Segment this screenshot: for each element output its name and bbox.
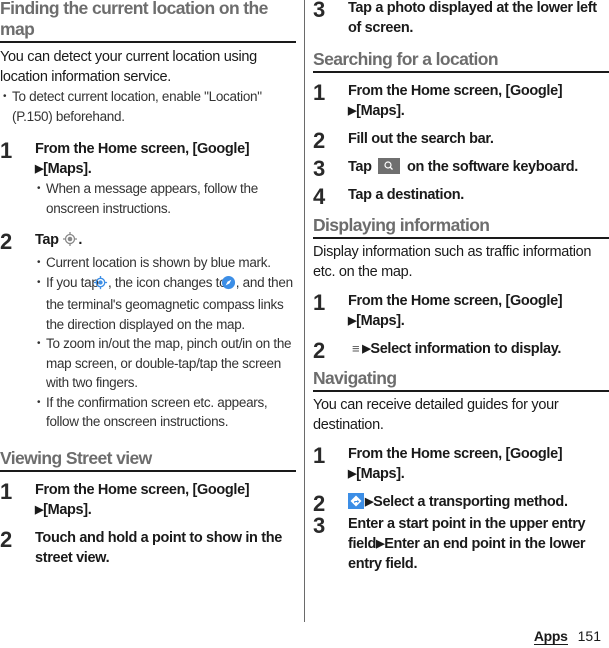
left-column: Finding the current location on the map … (0, 0, 296, 568)
step-1: 1 From the Home screen, [Google] ▶[Maps]… (0, 139, 296, 218)
step-2: 2 ▶Select a transporting method. (313, 492, 609, 516)
step-number: 4 (313, 184, 326, 209)
note: To zoom in/out the map, pinch out/in on … (35, 334, 296, 393)
step-number: 3 (313, 156, 326, 181)
step-text: Tap a destination. (348, 187, 464, 203)
step-text-part: Select a transporting method. (373, 494, 568, 510)
step-text: Tap . (35, 230, 296, 253)
arrow-icon: ▶ (376, 538, 385, 550)
step-text-part: From the Home screen, [Google] (348, 446, 563, 462)
step-text: ≡ ▶Select information to display. (348, 339, 609, 359)
step-text: Fill out the search bar. (348, 131, 494, 147)
search-key-icon (378, 158, 401, 174)
directions-icon (348, 493, 364, 509)
step-text-part: From the Home screen, [Google] (35, 141, 250, 157)
step-number: 1 (0, 138, 13, 163)
column-divider (304, 0, 305, 622)
step-text: Tap on the software keyboard. (348, 157, 609, 177)
arrow-icon: ▶ (35, 503, 44, 516)
step-number: 3 (313, 513, 326, 538)
step-number: 1 (313, 290, 326, 315)
arrow-icon: ▶ (348, 105, 357, 117)
step-3: 3 Tap a photo displayed at the lower lef… (313, 0, 609, 38)
section-intro: Display information such as traffic info… (313, 244, 592, 280)
step-text-part: From the Home screen, [Google] (348, 83, 563, 99)
step-number: 2 (0, 229, 13, 254)
step-text: Touch and hold a point to show in the st… (35, 529, 282, 566)
step-number: 2 (313, 338, 326, 363)
step-text: ▶Select a transporting method. (348, 492, 609, 512)
menu-icon: ≡ (352, 341, 360, 356)
note-part: , the icon changes to (108, 274, 227, 290)
note: If the confirmation screen etc. appears,… (35, 393, 296, 432)
step-2: 2 ≡ ▶Select information to display. (313, 339, 609, 363)
step-number: 2 (0, 526, 13, 552)
section-intro: You can detect your current location usi… (0, 49, 257, 85)
note: Current location is shown by blue mark. (35, 253, 296, 273)
step-2: 2 Touch and hold a point to show in the … (0, 526, 296, 568)
step-text-part: [Maps]. (43, 161, 92, 177)
step-1: 1 From the Home screen, [Google] ▶[Maps]… (313, 81, 609, 121)
my-location-icon (62, 231, 78, 253)
step-text: From the Home screen, [Google] ▶[Maps]. (35, 480, 296, 520)
step-text-part: Enter an end point in the lower entry fi… (348, 536, 586, 572)
step-number: 1 (0, 478, 13, 504)
step-3: 3 Tap on the software keyboard. (313, 157, 609, 181)
step-number: 2 (313, 128, 326, 153)
section-title-finding-location: Finding the current location on the map (0, 0, 296, 43)
step-text: Tap a photo displayed at the lower left … (348, 0, 597, 36)
note: When a message appears, follow the onscr… (35, 179, 296, 218)
step-text-part: [Maps]. (356, 103, 405, 119)
step-text-part: Tap (35, 232, 59, 248)
step-2: 2 Fill out the search bar. (313, 129, 609, 153)
arrow-icon: ▶ (348, 315, 357, 327)
note: To detect current location, enable "Loca… (0, 87, 296, 126)
page-number: 151 (577, 628, 601, 644)
step-text-part: . (78, 232, 83, 248)
step-text: Enter a start point in the upper entry f… (348, 514, 609, 574)
right-column: 3 Tap a photo displayed at the lower lef… (313, 0, 609, 574)
step-number: 3 (313, 0, 326, 22)
step-number: 1 (313, 443, 326, 468)
step-text-part: [Maps]. (43, 501, 92, 518)
note-part: If you tap (46, 274, 99, 290)
arrow-icon: ▶ (365, 496, 374, 508)
step-text-part: From the Home screen, [Google] (348, 293, 563, 309)
section-title-displaying-info: Displaying information (313, 215, 609, 239)
step-1: 1 From the Home screen, [Google] ▶[Maps]… (0, 478, 296, 520)
step-1: 1 From the Home screen, [Google] ▶[Maps]… (313, 444, 609, 484)
step-3: 3 Enter a start point in the upper entry… (313, 514, 609, 574)
step-1: 1 From the Home screen, [Google] ▶[Maps]… (313, 291, 609, 331)
arrow-icon: ▶ (35, 163, 44, 175)
footer-section-label: Apps (533, 628, 568, 645)
section-title-searching: Searching for a location (313, 49, 609, 73)
page-footer: Apps 151 (533, 628, 601, 645)
step-text-part: [Maps]. (356, 466, 405, 482)
step-text: From the Home screen, [Google] ▶[Maps]. (348, 291, 609, 331)
step-text-part: Select information to display. (370, 341, 562, 357)
step-text-part: [Maps]. (356, 313, 405, 329)
step-text: From the Home screen, [Google] ▶[Maps]. (348, 444, 609, 484)
step-text: From the Home screen, [Google] ▶[Maps]. (35, 139, 296, 179)
step-number: 1 (313, 80, 326, 105)
section-intro: You can receive detailed guides for your… (313, 397, 559, 433)
step-text: From the Home screen, [Google] ▶[Maps]. (348, 81, 609, 121)
step-text-part: Tap (348, 159, 372, 175)
step-2: 2 Tap . Current location is shown by blu… (0, 230, 296, 432)
note: If you tap , the icon changes to , and t… (35, 273, 296, 335)
step-4: 4 Tap a destination. (313, 185, 609, 209)
section-title-street-view: Viewing Street view (0, 448, 296, 472)
step-text-part: on the software keyboard. (407, 159, 578, 175)
section-title-navigating: Navigating (313, 368, 609, 392)
arrow-icon: ▶ (348, 468, 357, 480)
step-text-part: From the Home screen, [Google] (35, 481, 250, 498)
